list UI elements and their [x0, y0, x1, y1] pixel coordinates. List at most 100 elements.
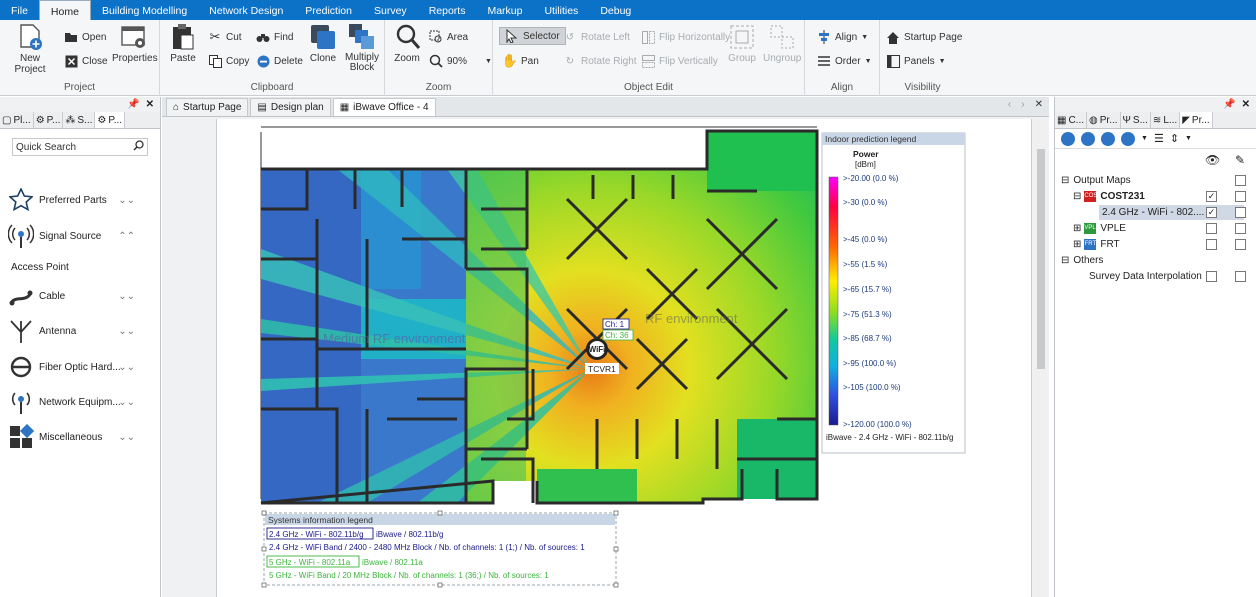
open-button[interactable]: Open	[64, 28, 106, 46]
panels-dropdown[interactable]: Panels ▼	[886, 52, 946, 70]
systems-information-legend[interactable]: Systems information legend 2.4 GHz - WiF…	[261, 510, 619, 588]
cable-item[interactable]: Cable ⌄⌄	[8, 281, 135, 311]
tree-item-survey-data-interpolation[interactable]: Survey Data Interpolation	[1055, 269, 1255, 284]
tab-systems[interactable]: ⁂ S...	[63, 112, 96, 128]
preferred-parts-item[interactable]: Preferred Parts ⌄⌄	[8, 185, 135, 215]
close-button[interactable]: Close	[64, 52, 108, 70]
network-equipment-item[interactable]: Network Equipm... ⌄⌄	[8, 387, 135, 417]
add-icon[interactable]	[1061, 131, 1075, 146]
clone-button[interactable]: Clone	[308, 23, 338, 64]
paste-button[interactable]: Paste	[168, 23, 198, 64]
cut-button[interactable]: ✂ Cut	[208, 28, 242, 46]
tab-layers[interactable]: ≋ L...	[1151, 112, 1181, 128]
access-point-marker[interactable]: WiFi	[586, 338, 608, 360]
fiber-optic-hardware-item[interactable]: Fiber Optic Hard... ⌄⌄	[8, 352, 135, 382]
tab-plans[interactable]: ▢ Pl...	[0, 112, 34, 128]
tab-parts[interactable]: ⚙ P...	[95, 112, 126, 128]
tab-reports[interactable]: Reports	[418, 0, 477, 20]
delete-button[interactable]: Delete	[256, 52, 303, 70]
remove-icon[interactable]	[1081, 131, 1095, 146]
tab-survey[interactable]: Survey	[363, 0, 418, 20]
rotate-left-button[interactable]: ↺ Rotate Left	[563, 28, 630, 46]
cost231-visible-checkbox[interactable]: ✓	[1206, 191, 1217, 202]
chevron-down-icon[interactable]: ▼	[1141, 135, 1148, 142]
play-icon[interactable]	[1121, 131, 1135, 146]
settings-icon[interactable]	[1101, 131, 1115, 146]
tab-ibwave-office-4[interactable]: ▦ iBwave Office - 4	[332, 98, 436, 116]
split-icon[interactable]: ⇕	[1170, 132, 1179, 145]
multiply-block-button[interactable]: Multiply Block	[342, 23, 382, 73]
cost231-checkbox[interactable]	[1235, 191, 1246, 202]
pin-icon[interactable]: 📌	[127, 99, 139, 110]
cost231-child-visible-checkbox[interactable]: ✓	[1206, 207, 1217, 218]
scroll-right-icon[interactable]: ›	[1021, 99, 1024, 110]
frt-checkbox[interactable]	[1235, 239, 1246, 250]
tree-item-output-maps[interactable]: ⊟ Output Maps	[1055, 173, 1255, 188]
indoor-prediction-legend[interactable]: Indoor prediction legend Power [dBm] >-2…	[821, 132, 966, 454]
vple-checkbox[interactable]	[1235, 223, 1246, 234]
tab-prediction[interactable]: Prediction	[294, 0, 363, 20]
survey-interp-checkbox[interactable]	[1235, 271, 1246, 282]
tab-building-modelling[interactable]: Building Modelling	[91, 0, 198, 20]
ap-name-label: TCVR1	[588, 364, 616, 374]
legend-entry: >-95 (100.0 %)	[843, 359, 896, 368]
selector-button[interactable]: Selector	[499, 27, 566, 45]
tree-item-cost231-child[interactable]: 2.4 GHz - WiFi - 802....	[1099, 205, 1244, 220]
signal-source-item[interactable]: Signal Source ⌃⌃	[8, 221, 135, 251]
rotate-right-button[interactable]: ↻ Rotate Right	[563, 52, 637, 70]
group-button[interactable]: Group	[727, 23, 757, 64]
quick-search-input[interactable]: Quick Search	[12, 138, 148, 156]
pin-icon[interactable]: 📌	[1223, 99, 1235, 110]
new-project-button[interactable]: New Project	[4, 23, 56, 75]
frt-visible-checkbox[interactable]	[1206, 239, 1217, 250]
list-icon[interactable]: ☰	[1154, 132, 1164, 145]
zoom-level-dropdown[interactable]: 90% ▼	[429, 52, 492, 70]
cost231-child-checkbox[interactable]	[1235, 207, 1246, 218]
tab-network-design[interactable]: Network Design	[198, 0, 294, 20]
startup-page-button[interactable]: Startup Page	[886, 28, 962, 46]
close-icon[interactable]: ✕	[1242, 99, 1250, 110]
tab-markup[interactable]: Markup	[476, 0, 533, 20]
tab-properties[interactable]: ⚙ P...	[34, 112, 64, 128]
tab-home[interactable]: Home	[38, 0, 91, 20]
pan-button[interactable]: ✋ Pan	[502, 52, 539, 70]
tab-design-plan[interactable]: ▤ Design plan	[250, 98, 331, 116]
tree-item-vple[interactable]: ⊞ VPLE VPLE	[1055, 221, 1255, 236]
tree-item-cost231[interactable]: ⊟ COST COST231	[1055, 189, 1255, 204]
vple-visible-checkbox[interactable]	[1206, 223, 1217, 234]
find-button[interactable]: Find	[256, 28, 293, 46]
close-icon[interactable]: ✕	[146, 99, 154, 110]
scrollbar-thumb[interactable]	[1037, 149, 1045, 369]
flip-horizontally-button[interactable]: Flip Horizontally	[641, 28, 730, 46]
vertical-scrollbar[interactable]	[1034, 119, 1048, 597]
order-dropdown[interactable]: Order ▼	[817, 52, 872, 70]
scroll-left-icon[interactable]: ‹	[1008, 99, 1011, 110]
tab-debug[interactable]: Debug	[589, 0, 642, 20]
output-maps-checkbox[interactable]	[1235, 175, 1246, 186]
zoom-button[interactable]: Zoom	[393, 23, 421, 64]
tab-survey[interactable]: Ψ S...	[1121, 112, 1151, 128]
design-canvas[interactable]: WiFi Ch: 1 Ch: 36 TCVR1 Medium RF enviro…	[216, 119, 1032, 597]
ungroup-button[interactable]: Ungroup	[763, 23, 801, 64]
legend-entry: >-105 (100.0 %)	[843, 383, 901, 392]
properties-button[interactable]: Properties	[112, 23, 158, 64]
tab-prediction[interactable]: ◤ Pr...	[1180, 112, 1213, 128]
group-title-clipboard: Clipboard	[250, 82, 294, 93]
tree-item-frt[interactable]: ⊞ FRT FRT	[1055, 237, 1255, 252]
survey-interp-visible-checkbox[interactable]	[1206, 271, 1217, 282]
tab-startup-page[interactable]: ⌂ Startup Page	[166, 98, 249, 116]
close-icon[interactable]: ✕	[1035, 99, 1043, 110]
access-point-item[interactable]: Access Point	[11, 262, 69, 273]
copy-button[interactable]: Copy	[208, 52, 249, 70]
tab-file[interactable]: File	[0, 0, 39, 20]
tab-project[interactable]: ◍ Pr...	[1087, 112, 1121, 128]
flip-vertically-button[interactable]: Flip Vertically	[641, 52, 718, 70]
chevron-down-icon[interactable]: ▼	[1185, 135, 1192, 142]
zoom-area-button[interactable]: Area	[429, 28, 468, 46]
align-dropdown[interactable]: Align ▼	[817, 28, 868, 46]
antenna-item[interactable]: Antenna ⌄⌄	[8, 316, 135, 346]
tree-item-others[interactable]: ⊟ Others	[1055, 253, 1255, 268]
tab-utilities[interactable]: Utilities	[533, 0, 589, 20]
miscellaneous-item[interactable]: Miscellaneous ⌄⌄	[8, 422, 135, 452]
tab-components[interactable]: ▦ C...	[1055, 112, 1088, 128]
